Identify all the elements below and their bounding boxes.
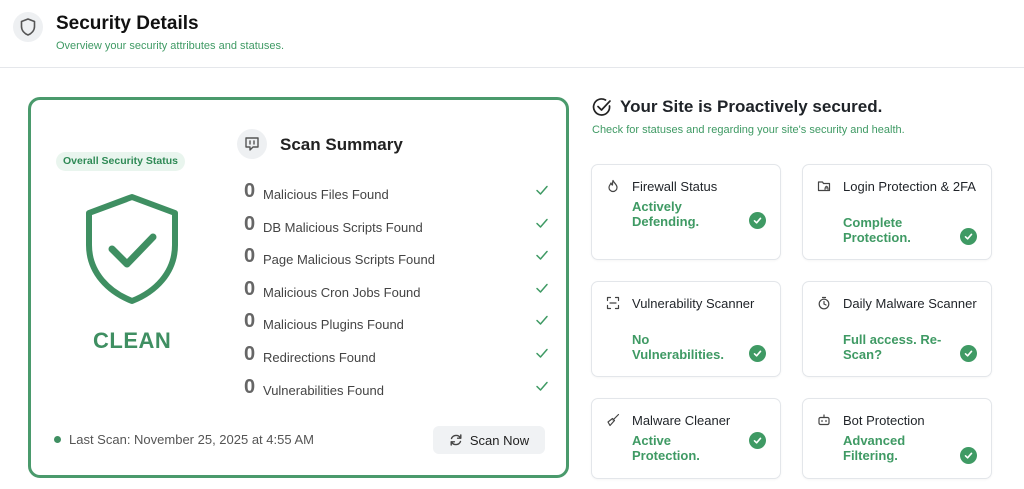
- last-scan-time: Last Scan: November 25, 2025 at 4:55 AM: [69, 432, 314, 447]
- item-count: 0: [244, 310, 256, 333]
- feature-card-malware-cleaner[interactable]: Malware Cleaner Active Protection.: [591, 398, 781, 479]
- feature-card-login[interactable]: Login Protection & 2FA Complete Protecti…: [802, 164, 992, 260]
- status-value: CLEAN: [93, 328, 172, 353]
- item-label: Malicious Cron Jobs Found: [263, 284, 421, 300]
- scan-now-label: Scan Now: [469, 432, 530, 448]
- folder-lock-icon: [817, 181, 831, 192]
- list-item: 0 Redirections Found: [244, 343, 549, 376]
- feature-status[interactable]: Full access. Re-Scan?: [843, 332, 953, 362]
- item-label: Vulnerabilities Found: [263, 382, 384, 398]
- check-icon: [536, 185, 548, 195]
- feature-title: Firewall Status: [632, 179, 718, 194]
- item-count: 0: [244, 245, 256, 268]
- feature-card-daily-scanner[interactable]: Daily Malware Scanner Full access. Re-Sc…: [802, 281, 992, 377]
- check-circle-icon: [960, 345, 977, 362]
- scan-now-button[interactable]: Scan Now: [433, 426, 545, 454]
- circle-check-icon: [592, 98, 611, 116]
- feature-title: Login Protection & 2FA: [843, 179, 976, 194]
- item-label: Page Malicious Scripts Found: [263, 252, 435, 268]
- timer-icon: [818, 296, 830, 310]
- check-icon: [536, 381, 548, 391]
- feature-status: Advanced Filtering.: [843, 433, 906, 463]
- feature-status: Actively Defending.: [632, 199, 700, 229]
- item-label: DB Malicious Scripts Found: [263, 219, 423, 235]
- item-label: Malicious Plugins Found: [263, 317, 404, 333]
- item-count: 0: [244, 375, 256, 398]
- check-circle-icon: [749, 432, 766, 449]
- page-header: Security Details Overview your security …: [0, 0, 1024, 68]
- refresh-icon: [450, 434, 462, 446]
- feature-status: No Vulnerabilities.: [632, 332, 724, 362]
- check-circle-icon: [960, 447, 977, 464]
- check-circle-icon: [749, 345, 766, 362]
- section-title: Your Site is Proactively secured.: [620, 97, 883, 116]
- scan-summary-list: 0 Malicious Files Found 0 DB Malicious S…: [244, 180, 549, 408]
- item-count: 0: [244, 277, 256, 300]
- feature-title: Bot Protection: [843, 413, 925, 428]
- check-icon: [536, 250, 548, 260]
- check-icon: [536, 316, 548, 326]
- list-item: 0 Malicious Files Found: [244, 180, 549, 213]
- feature-title: Malware Cleaner: [632, 413, 731, 428]
- item-count: 0: [244, 212, 256, 235]
- item-label: Malicious Files Found: [263, 187, 389, 202]
- list-item: 0 Malicious Plugins Found: [244, 310, 549, 343]
- feature-title: Daily Malware Scanner: [843, 296, 977, 311]
- brush-icon: [607, 413, 620, 427]
- item-count: 0: [244, 180, 256, 202]
- page-subtitle: Overview your security attributes and st…: [56, 40, 285, 52]
- feature-title: Vulnerability Scanner: [632, 296, 755, 311]
- check-circle-icon: [960, 228, 977, 245]
- feature-status: Active Protection.: [632, 433, 700, 463]
- shield-check-icon: [86, 194, 178, 304]
- security-status-card: Overall Security Status CLEAN Scan Summa…: [28, 97, 569, 478]
- page-title: Security Details: [56, 13, 199, 34]
- feature-card-firewall[interactable]: Firewall Status Actively Defending.: [591, 164, 781, 260]
- check-icon: [536, 283, 548, 293]
- list-item: 0 Page Malicious Scripts Found: [244, 245, 549, 278]
- shield-icon: [13, 12, 43, 42]
- item-count: 0: [244, 342, 256, 365]
- message-icon: [237, 129, 267, 159]
- list-item: 0 Malicious Cron Jobs Found: [244, 278, 549, 311]
- status-dot: [54, 436, 61, 443]
- overall-status-label: Overall Security Status: [56, 152, 185, 171]
- list-item: 0 DB Malicious Scripts Found: [244, 213, 549, 246]
- check-icon: [536, 348, 548, 358]
- check-icon: [536, 218, 548, 228]
- item-label: Redirections Found: [263, 349, 376, 365]
- list-item: 0 Vulnerabilities Found: [244, 376, 549, 409]
- feature-card-bot-protection[interactable]: Bot Protection Advanced Filtering.: [802, 398, 992, 479]
- section-subtitle: Check for statuses and regarding your si…: [592, 124, 905, 136]
- scan-summary-title: Scan Summary: [280, 135, 403, 154]
- check-circle-icon: [749, 212, 766, 229]
- feature-card-vulnerability[interactable]: Vulnerability Scanner No Vulnerabilities…: [591, 281, 781, 377]
- feature-status: Complete Protection.: [843, 215, 911, 245]
- bot-icon: [818, 414, 830, 426]
- scan-icon: [606, 296, 620, 310]
- flame-icon: [608, 179, 618, 193]
